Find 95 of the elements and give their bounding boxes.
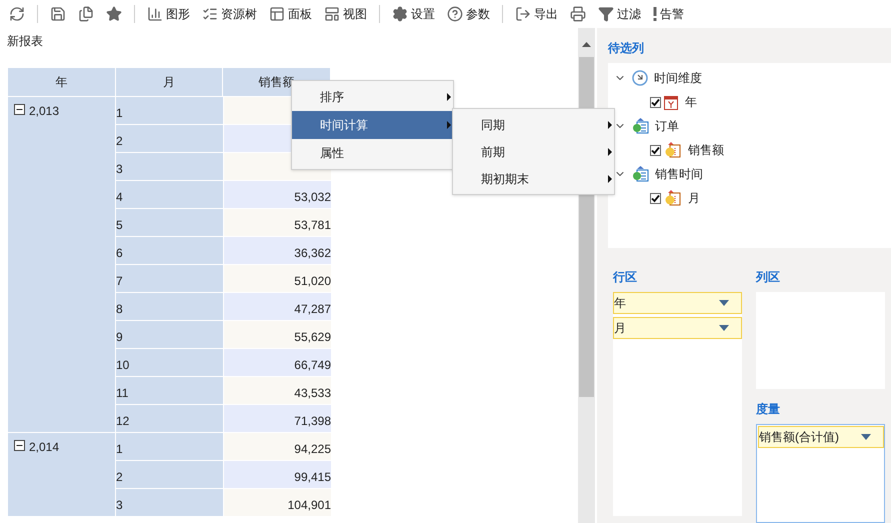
menu-item[interactable]: 同期 [453, 111, 614, 138]
section-title: 度量 [756, 401, 781, 418]
month-cell: 2 [116, 461, 224, 488]
field-chip[interactable]: 月 [613, 317, 742, 339]
month-cell: 12 [116, 405, 224, 432]
month-cell: 6 [116, 237, 224, 264]
toolbar-button[interactable]: 告警 [648, 2, 689, 26]
toolbar-button[interactable]: 设置 [387, 2, 440, 26]
toolbar-button[interactable]: 图形 [142, 2, 195, 26]
tree-item[interactable]: 销售时间 [655, 165, 703, 183]
sales-cell: 99,415 [224, 461, 331, 488]
settings-icon [392, 6, 408, 22]
submenu-arrow-icon [447, 121, 451, 129]
section-title: 列区 [756, 269, 781, 286]
submenu-arrow-icon [608, 148, 612, 156]
document-icon [78, 6, 94, 22]
section-title: 行区 [613, 269, 638, 286]
sales-cell: 66,749 [224, 349, 331, 376]
toolbar-button[interactable]: 导出 [510, 2, 563, 26]
tree-item[interactable]: 时间维度 [654, 69, 702, 87]
report-title: 新报表 [7, 33, 44, 50]
month-cell: 2 [116, 125, 224, 152]
field-chip[interactable]: 销售额(合计值) [758, 426, 884, 448]
sales-cell: 43,533 [224, 377, 331, 404]
year-label: 2,013 [29, 103, 60, 120]
toolbar-button[interactable]: 资源树 [197, 2, 262, 26]
help-icon [447, 6, 463, 22]
month-cell: 11 [116, 377, 224, 404]
window-icon [324, 6, 340, 22]
sales-cell: 94,225 [224, 433, 331, 460]
clock-icon [632, 70, 648, 86]
collapse-icon[interactable] [14, 440, 25, 451]
month-cell: 8 [116, 293, 224, 320]
bar-chart-icon [147, 6, 163, 22]
toolbar-button[interactable]: 视图 [319, 2, 372, 26]
field-chip[interactable]: 年 [613, 292, 742, 314]
column-header[interactable]: 年 [8, 68, 116, 96]
star-icon [106, 6, 122, 22]
menu-item[interactable]: 期初期末 [453, 165, 614, 192]
toolbar-button[interactable]: 参数 [442, 2, 495, 26]
toolbar-button[interactable]: 过滤 [593, 2, 646, 26]
sales-cell: 51,020 [224, 265, 331, 292]
printer-icon [570, 6, 586, 22]
month-cell: 10 [116, 349, 224, 376]
month-cell: 3 [116, 489, 224, 516]
menu-item[interactable]: 前期 [453, 138, 614, 165]
field-icon [664, 190, 681, 206]
table-icon [632, 118, 649, 134]
collapse-icon[interactable] [14, 104, 25, 115]
checkbox[interactable] [650, 96, 661, 108]
column-header[interactable]: 月 [116, 68, 224, 96]
submenu-arrow-icon [608, 120, 612, 128]
checkbox[interactable] [650, 192, 661, 204]
sales-cell: 71,398 [224, 405, 331, 432]
menu-item[interactable]: 时间计算 [292, 111, 453, 139]
sales-cell: 36,362 [224, 237, 331, 264]
month-cell: 9 [116, 321, 224, 348]
month-cell: 1 [116, 97, 224, 124]
tree-item[interactable]: 订单 [655, 117, 679, 135]
sales-cell: 55,629 [224, 321, 331, 348]
drop-zone[interactable]: 销售额(合计值) [756, 424, 885, 523]
sales-cell: 53,781 [224, 209, 331, 236]
tree-item[interactable]: 年 [685, 93, 697, 111]
month-cell: 5 [116, 209, 224, 236]
checklist-icon [202, 6, 218, 22]
export-icon [515, 6, 531, 22]
sales-cell: 47,287 [224, 293, 331, 320]
calendar-icon [664, 94, 678, 110]
submenu-arrow-icon [447, 93, 451, 101]
month-cell: 4 [116, 181, 224, 208]
tree-item[interactable]: 月 [688, 189, 700, 207]
sales-cell: 104,901 [224, 489, 331, 516]
filter-icon [598, 6, 614, 22]
drop-zone[interactable]: 年 月 [613, 292, 742, 516]
panel-icon [269, 6, 285, 22]
scroll-up-icon[interactable] [582, 42, 591, 47]
field-icon [664, 142, 681, 158]
toolbar-button[interactable]: 面板 [264, 2, 317, 26]
exclamation-icon [653, 7, 657, 21]
month-cell: 3 [116, 153, 224, 180]
save-icon [50, 6, 66, 22]
submenu-arrow-icon [608, 174, 612, 182]
checkbox[interactable] [650, 144, 661, 156]
dropdown-arrow-icon[interactable] [719, 325, 729, 331]
dropdown-arrow-icon[interactable] [719, 300, 729, 306]
tree-item[interactable]: 销售额 [688, 141, 724, 159]
refresh-icon [9, 6, 25, 22]
year-label: 2,014 [29, 439, 60, 456]
month-cell: 7 [116, 265, 224, 292]
month-cell: 1 [116, 433, 224, 460]
table-icon [632, 166, 649, 182]
sales-cell: 53,032 [224, 181, 331, 208]
section-title: 待选列 [608, 40, 645, 57]
menu-item[interactable]: 属性 [292, 139, 453, 167]
dropdown-arrow-icon[interactable] [861, 434, 871, 440]
